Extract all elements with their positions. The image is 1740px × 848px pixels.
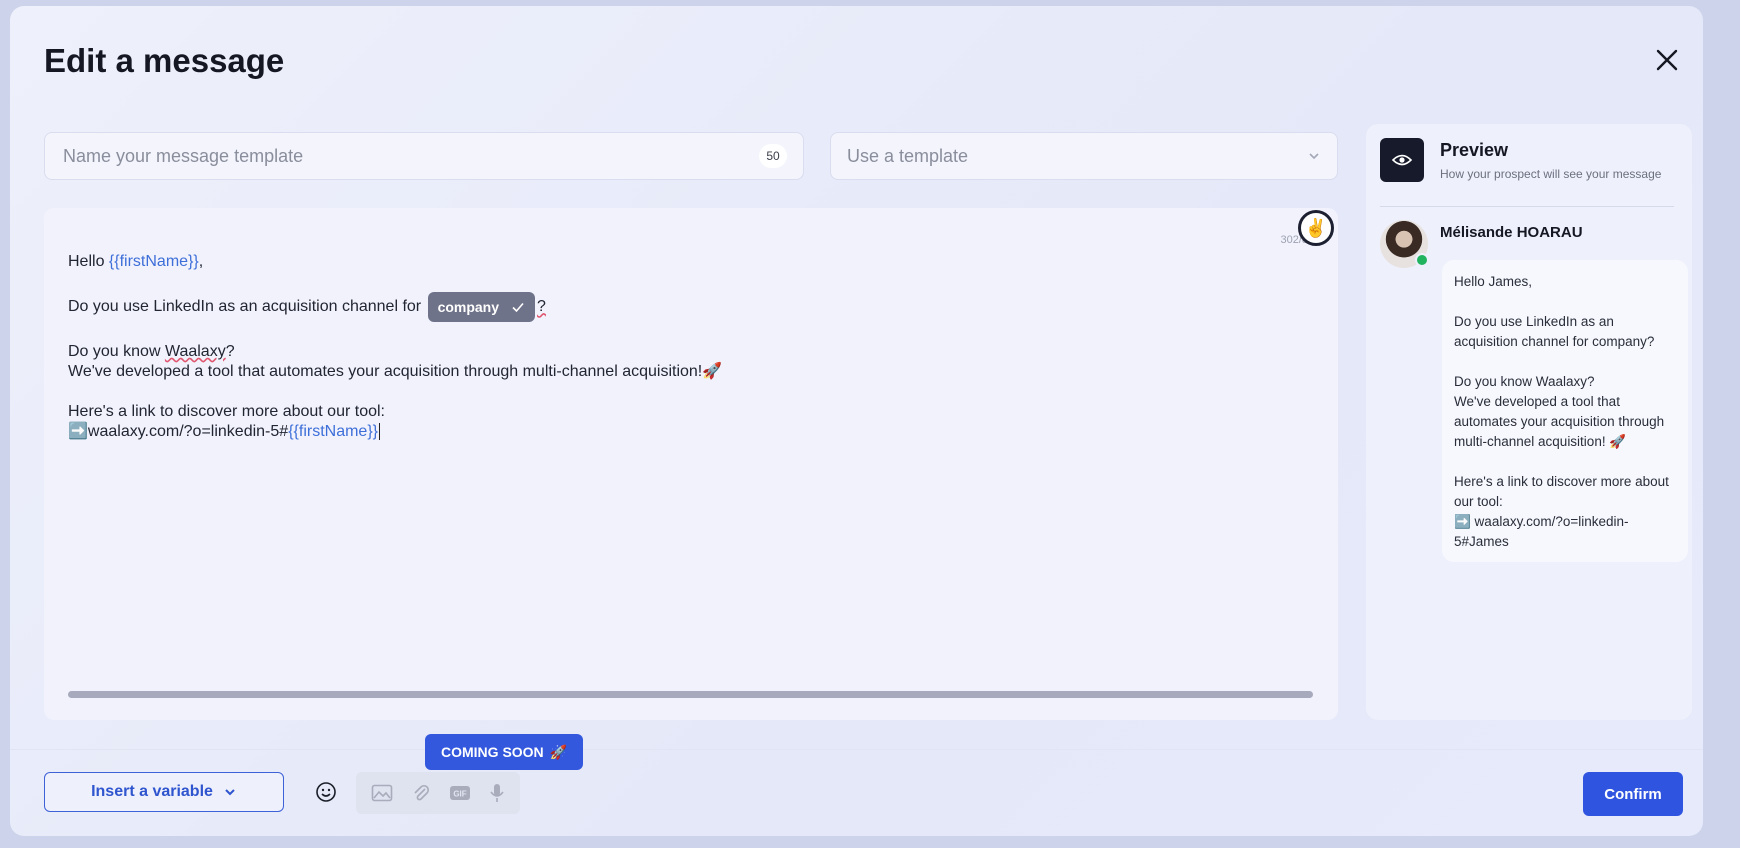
edit-message-modal: Edit a message 50 Use a template 302/8 ✌… (10, 6, 1703, 836)
modal-footer: Insert a variable GIF COMING SOON 🚀 Conf… (10, 734, 1703, 836)
emoji-picker-icon[interactable] (314, 780, 338, 804)
editor-line-link-intro: Here's a link to discover more about our… (68, 403, 385, 420)
image-icon (371, 784, 393, 802)
microphone-icon (490, 784, 504, 802)
close-button[interactable] (1649, 42, 1685, 78)
insert-variable-button[interactable]: Insert a variable (44, 772, 284, 812)
preview-divider (1380, 206, 1674, 207)
char-limit-badge: 50 (759, 144, 787, 168)
preview-title: Preview (1440, 140, 1509, 160)
sender-name: Mélisande HOARAU (1440, 224, 1583, 241)
message-editor[interactable]: 302/8 ✌️ Hello {{firstName}}, Do you use… (44, 208, 1338, 720)
template-name-input[interactable] (61, 144, 759, 168)
gif-icon: GIF (450, 786, 470, 800)
editor-content[interactable]: Hello {{firstName}}, Do you use LinkedIn… (68, 252, 1308, 442)
editor-line-question-2: Do you know Waalaxy? (68, 343, 235, 360)
template-select[interactable]: Use a template (830, 132, 1338, 180)
coming-soon-badge: COMING SOON 🚀 (425, 734, 584, 770)
horizontal-scrollbar[interactable] (68, 691, 1313, 698)
editor-line-pitch: We've developed a tool that automates yo… (68, 363, 723, 380)
editor-line-question-1: Do you use LinkedIn as an acquisition ch… (68, 292, 1308, 322)
preview-subtitle: How your prospect will see your message (1440, 167, 1662, 181)
hand-emoji-button[interactable]: ✌️ (1298, 210, 1334, 246)
chevron-down-icon (1309, 153, 1319, 160)
victory-hand-icon: ✌️ (1304, 217, 1328, 238)
close-icon (1656, 49, 1678, 71)
editor-line-greeting: Hello {{firstName}}, (68, 253, 204, 270)
rocket-icon: 🚀 (549, 743, 568, 760)
template-select-placeholder: Use a template (847, 145, 969, 166)
arrow-right-icon: ➡️ (68, 423, 88, 440)
avatar (1380, 220, 1429, 268)
chevron-down-icon (225, 789, 235, 796)
check-icon (512, 302, 524, 313)
paperclip-icon (414, 784, 430, 801)
modal-title: Edit a message (44, 42, 285, 79)
variable-firstname-link[interactable]: {{firstName}} (288, 423, 378, 440)
message-bubble: Hello James, Do you use LinkedIn as an a… (1442, 260, 1688, 562)
editor-line-link: ➡️waalaxy.com/?o=linkedin-5#{{firstName}… (68, 423, 381, 440)
variable-chip-company[interactable]: company (427, 292, 536, 322)
rocket-icon: 🚀 (702, 363, 723, 380)
template-name-field[interactable]: 50 (44, 132, 804, 180)
online-status-dot (1415, 253, 1429, 267)
confirm-button[interactable]: Confirm (1583, 772, 1683, 816)
media-attachments-group: GIF (356, 772, 520, 814)
preview-panel: Preview How your prospect will see your … (1366, 124, 1692, 720)
misspelled-word: Waalaxy (164, 343, 226, 360)
svg-text:GIF: GIF (453, 790, 466, 799)
eye-icon (1380, 138, 1424, 182)
variable-firstname[interactable]: {{firstName}} (109, 253, 199, 270)
